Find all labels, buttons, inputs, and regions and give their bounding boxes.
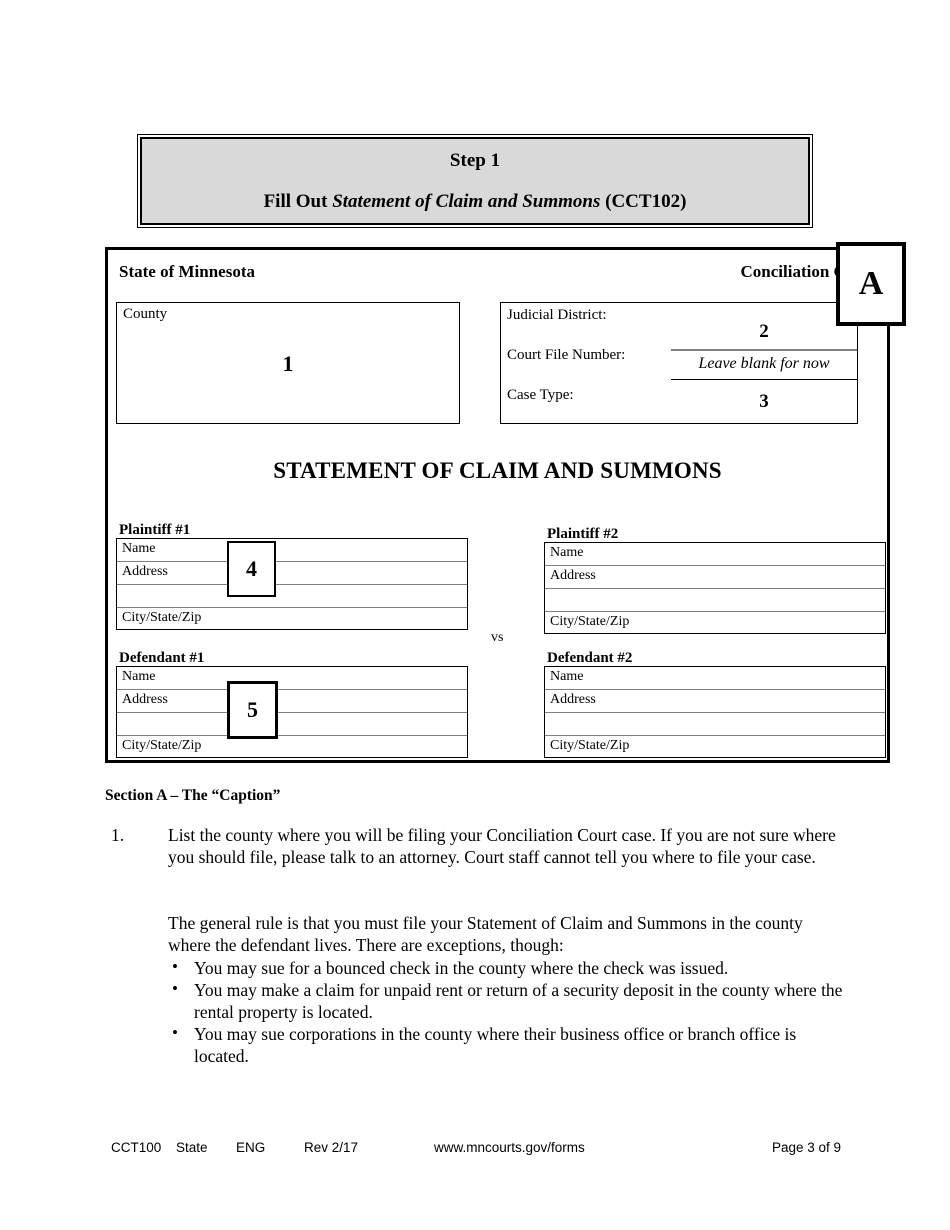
table-row bbox=[117, 585, 467, 608]
list-item: • You may make a claim for unpaid rent o… bbox=[168, 979, 846, 1023]
defendant-2-table: Name Address City/State/Zip bbox=[544, 666, 886, 758]
callout-marker-5: 5 bbox=[227, 681, 278, 739]
list-item: • You may sue for a bounced check in the… bbox=[168, 957, 846, 979]
list-item-text: You may make a claim for unpaid rent or … bbox=[194, 980, 843, 1022]
page-footer: CCT100 State ENG Rev 2/17 www.mncourts.g… bbox=[111, 1140, 841, 1155]
row-label-name: Name bbox=[122, 541, 156, 556]
judicial-district-marker: 2 bbox=[671, 321, 857, 351]
table-row: Address bbox=[117, 562, 467, 585]
table-row bbox=[545, 713, 885, 736]
table-row: City/State/Zip bbox=[117, 608, 467, 631]
callout-marker-4: 4 bbox=[227, 541, 276, 597]
row-label-name: Name bbox=[550, 545, 584, 560]
table-row bbox=[117, 713, 467, 736]
table-row: Name bbox=[545, 543, 885, 566]
row-label-city-state-zip: City/State/Zip bbox=[550, 738, 630, 753]
table-row bbox=[545, 589, 885, 612]
list-item: 1. List the county where you will be fil… bbox=[105, 824, 850, 868]
table-row: City/State/Zip bbox=[545, 736, 885, 759]
step-header-inner: Step 1 Fill Out Statement of Claim and S… bbox=[140, 137, 810, 225]
bullet-icon: • bbox=[172, 957, 178, 976]
exceptions-bullet-list: • You may sue for a bounced check in the… bbox=[168, 957, 846, 1067]
footer-revision: Rev 2/17 bbox=[304, 1140, 359, 1155]
list-item: • You may sue corporations in the county… bbox=[168, 1023, 846, 1067]
row-label-name: Name bbox=[550, 669, 584, 684]
defendant-2-heading: Defendant #2 bbox=[547, 650, 633, 666]
case-info-values: 2 Leave blank for now 3 bbox=[671, 303, 857, 423]
step-title: Step 1 bbox=[449, 149, 501, 171]
list-item-marker: 1. bbox=[111, 825, 125, 845]
table-row: Address bbox=[117, 690, 467, 713]
case-info-box: Judicial District: Court File Number: Ca… bbox=[500, 302, 858, 424]
court-file-number-value: Leave blank for now bbox=[671, 355, 857, 380]
table-row: Name bbox=[117, 667, 467, 690]
footer-scope: State bbox=[176, 1140, 208, 1155]
row-label-address: Address bbox=[122, 564, 168, 579]
state-header: State of Minnesota bbox=[119, 262, 255, 281]
form-preview: State of Minnesota Conciliation Court Co… bbox=[105, 247, 890, 763]
case-info-labels: Judicial District: Court File Number: Ca… bbox=[501, 303, 671, 423]
bullet-icon: • bbox=[172, 1023, 178, 1042]
table-row: Address bbox=[545, 566, 885, 589]
step-subtitle: Fill Out Statement of Claim and Summons … bbox=[264, 191, 687, 213]
plaintiff-1-heading: Plaintiff #1 bbox=[119, 522, 191, 538]
county-label: County bbox=[123, 306, 168, 322]
court-file-number-label: Court File Number: bbox=[507, 347, 626, 363]
callout-marker-a: A bbox=[836, 242, 906, 326]
list-item-text: You may sue for a bounced check in the c… bbox=[194, 958, 729, 978]
step-header-box: Step 1 Fill Out Statement of Claim and S… bbox=[137, 134, 813, 228]
plaintiff-2-table: Name Address City/State/Zip bbox=[544, 542, 886, 634]
footer-language: ENG bbox=[236, 1140, 266, 1155]
footer-page-number: Page 3 of 9 bbox=[771, 1140, 841, 1155]
section-heading: Section A – The “Caption” bbox=[105, 787, 281, 804]
table-row: Name bbox=[117, 539, 467, 562]
judicial-district-label: Judicial District: bbox=[507, 307, 607, 323]
table-row: City/State/Zip bbox=[117, 736, 467, 759]
county-box: County 1 bbox=[116, 302, 460, 424]
vs-label: vs bbox=[491, 630, 504, 645]
list-item-text: List the county where you will be filing… bbox=[168, 825, 836, 867]
step-subtitle-prefix: Fill Out bbox=[263, 190, 333, 212]
form-header-row: State of Minnesota Conciliation Court bbox=[119, 262, 877, 282]
bullet-icon: • bbox=[172, 979, 178, 998]
step-subtitle-suffix: (CCT102) bbox=[600, 190, 687, 212]
defendant-1-table: Name Address City/State/Zip bbox=[116, 666, 468, 758]
table-row: City/State/Zip bbox=[545, 612, 885, 635]
numbered-list: 1. List the county where you will be fil… bbox=[105, 824, 850, 868]
row-label-city-state-zip: City/State/Zip bbox=[122, 738, 202, 753]
list-item-text: You may sue corporations in the county w… bbox=[194, 1024, 797, 1066]
plaintiff-1-table: Name Address City/State/Zip bbox=[116, 538, 468, 630]
row-label-name: Name bbox=[122, 669, 156, 684]
general-rule-paragraph: The general rule is that you must file y… bbox=[168, 913, 803, 955]
row-label-address: Address bbox=[550, 568, 596, 583]
case-type-label: Case Type: bbox=[507, 387, 574, 403]
case-type-marker: 3 bbox=[759, 391, 769, 412]
row-label-city-state-zip: City/State/Zip bbox=[122, 610, 202, 625]
form-title: STATEMENT OF CLAIM AND SUMMONS bbox=[273, 458, 722, 483]
footer-url: www.mncourts.gov/forms bbox=[434, 1140, 585, 1155]
table-row: Address bbox=[545, 690, 885, 713]
row-label-city-state-zip: City/State/Zip bbox=[550, 614, 630, 629]
step-subtitle-italic: Statement of Claim and Summons bbox=[332, 190, 601, 212]
table-row: Name bbox=[545, 667, 885, 690]
footer-form-number: CCT100 bbox=[111, 1140, 162, 1155]
plaintiff-2-heading: Plaintiff #2 bbox=[547, 526, 619, 542]
county-marker: 1 bbox=[282, 351, 294, 376]
row-label-address: Address bbox=[550, 692, 596, 707]
defendant-1-heading: Defendant #1 bbox=[119, 650, 205, 666]
row-label-address: Address bbox=[122, 692, 168, 707]
